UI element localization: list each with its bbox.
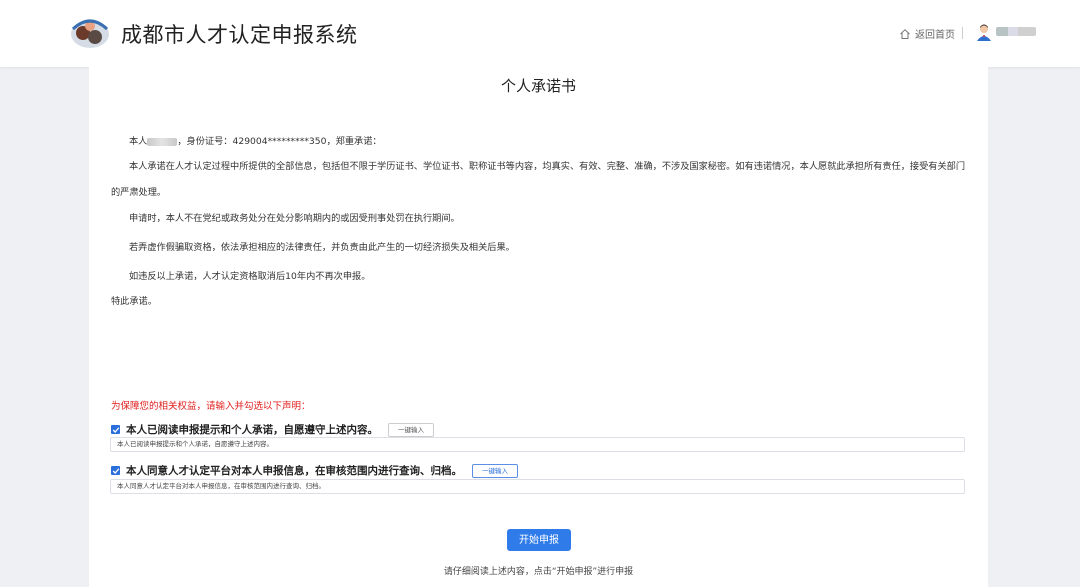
declaration-1: 本人已阅读申报提示和个人承诺，自愿遵守上述内容。 一键输入: [111, 422, 434, 437]
start-application-button[interactable]: 开始申报: [507, 529, 571, 551]
declaration-2-input[interactable]: [110, 479, 965, 494]
paragraph-1: 本人承诺在人才认定过程中所提供的全部信息，包括但不限于学历证书、学位证书、职称证…: [111, 161, 966, 198]
check-icon: [112, 426, 119, 433]
commitment-panel: 个人承诺书 本人 ，身份证号：429004*********350，郑重承诺： 本…: [89, 67, 988, 587]
site-title: 成都市人才认定申报系统: [121, 23, 358, 47]
declaration-1-input[interactable]: [110, 437, 965, 452]
paragraph-3: 若弄虚作假骗取资格，依法承担相应的法律责任，并负责由此产生的一切经济损失及相关后…: [129, 242, 515, 253]
check-icon: [112, 467, 119, 474]
header-divider: [962, 27, 963, 39]
declaration-1-autofill-button[interactable]: 一键输入: [388, 422, 434, 437]
intro-suffix: ，身份证号：429004*********350，郑重承诺：: [177, 136, 382, 147]
declaration-2-autofill-button[interactable]: 一键输入: [472, 463, 518, 478]
declaration-notice: 为保障您的相关权益，请输入并勾选以下声明：: [111, 401, 311, 412]
paragraph-4: 如违反以上承诺，人才认定资格取消后10年内不再次申报。: [129, 271, 371, 282]
closing-line: 特此承诺。: [111, 296, 157, 307]
redacted-name: [147, 137, 178, 146]
logo-icon: [71, 19, 109, 48]
declaration-2-label: 本人同意人才认定平台对本人申报信息，在审核范围内进行查询、归档。: [126, 465, 462, 477]
start-hint: 请仔细阅读上述内容，点击“开始申报”进行申报: [443, 567, 634, 577]
declaration-2: 本人同意人才认定平台对本人申报信息，在审核范围内进行查询、归档。 一键输入: [111, 463, 518, 478]
paragraph-2: 申请时，本人不在党纪或政务处分在处分影响期内的或因受刑事处罚在执行期间。: [129, 213, 460, 224]
declaration-2-checkbox[interactable]: [111, 466, 120, 475]
home-link[interactable]: 返回首页: [899, 26, 955, 41]
intro-line: 本人 ，身份证号：429004*********350，郑重承诺：: [129, 133, 382, 147]
user-avatar-icon[interactable]: [975, 23, 993, 41]
home-link-label: 返回首页: [915, 30, 955, 41]
intro-prefix: 本人: [129, 136, 148, 147]
top-header: 成都市人才认定申报系统 返回首页: [0, 0, 1080, 67]
declaration-1-checkbox[interactable]: [111, 425, 120, 434]
username-redacted[interactable]: [996, 27, 1036, 36]
home-icon: [900, 28, 910, 39]
declaration-1-label: 本人已阅读申报提示和个人承诺，自愿遵守上述内容。: [126, 424, 378, 436]
document-title: 个人承诺书: [500, 77, 576, 95]
